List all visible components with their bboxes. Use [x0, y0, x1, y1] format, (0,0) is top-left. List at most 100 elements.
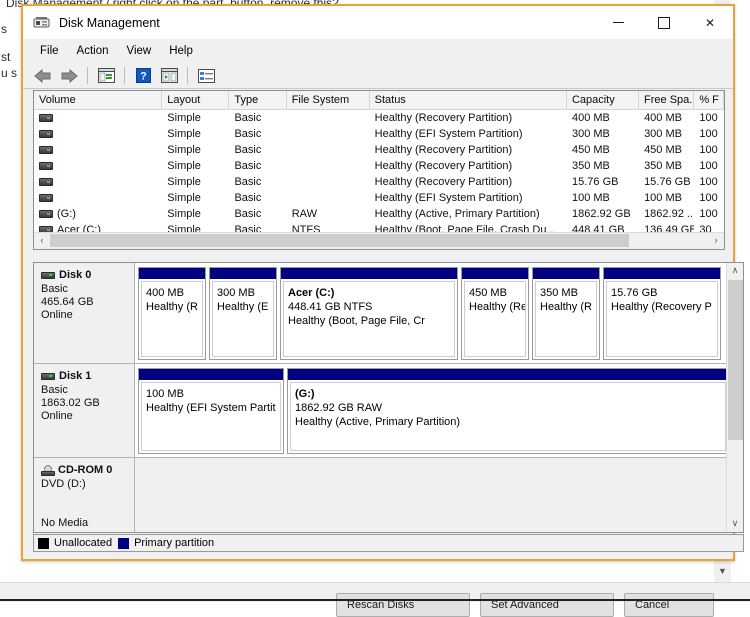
- partition-label: (G:): [295, 388, 315, 400]
- column-header-free-space[interactable]: Free Spa...: [639, 91, 695, 109]
- partition-block[interactable]: 15.76 GB Healthy (Recovery P: [603, 267, 721, 360]
- menu-file[interactable]: File: [31, 42, 68, 60]
- partitions-area: [135, 458, 728, 532]
- table-row[interactable]: Simple Basic Healthy (Recovery Partition) 3…: [34, 158, 724, 174]
- volume-list-rows: Simple Basic Healthy (Recovery Partition) 4…: [34, 110, 724, 238]
- toolbar: ?: [23, 63, 733, 89]
- disk-icon: [41, 271, 55, 279]
- cell-volume: [34, 142, 162, 158]
- help-button[interactable]: ?: [131, 65, 155, 87]
- partition-line2: Healthy (R: [146, 301, 198, 313]
- volume-icon: [39, 210, 53, 219]
- disk-row[interactable]: Disk 0 Basic 465.64 GB Online 400 MB Healthy …: [34, 263, 728, 364]
- show-hide-console-tree-icon: [97, 68, 115, 83]
- partition-block[interactable]: 400 MB Healthy (R: [138, 267, 206, 360]
- menu-help[interactable]: Help: [160, 42, 202, 60]
- cell-volume: [34, 110, 162, 126]
- column-header-file-system[interactable]: File System: [287, 91, 370, 109]
- vscroll-down-icon[interactable]: ∨: [727, 516, 743, 532]
- table-row[interactable]: (G:) Simple Basic RAW Healthy (Active, Prima…: [34, 206, 724, 222]
- volume-list-hscrollbar[interactable]: ‹ ›: [34, 232, 724, 249]
- rescan-disks-button[interactable]: Rescan Disks: [336, 593, 470, 617]
- partition-line1: 1862.92 GB RAW: [295, 402, 383, 414]
- partition-block[interactable]: 350 MB Healthy (R: [532, 267, 600, 360]
- disk-row[interactable]: CD-ROM 0 DVD (D:) No Media: [34, 458, 728, 532]
- partition-color-bar: [139, 268, 205, 279]
- disk-status: Online: [41, 410, 73, 422]
- disk-info-cd-rom-0[interactable]: CD-ROM 0 DVD (D:) No Media: [34, 458, 135, 532]
- table-row[interactable]: Simple Basic Healthy (Recovery Partition) 1…: [34, 174, 724, 190]
- disk-name: Disk 0: [59, 269, 92, 281]
- menu-action[interactable]: Action: [68, 42, 118, 60]
- volume-icon: [39, 178, 53, 187]
- cell-type: Basic: [234, 112, 262, 124]
- volume-label: (G:): [57, 208, 76, 220]
- partition-block[interactable]: (G:) 1862.92 GB RAW Healthy (Active, Prima…: [287, 368, 729, 454]
- graphical-view[interactable]: Disk 0 Basic 465.64 GB Online 400 MB Healthy …: [33, 262, 744, 533]
- hscroll-track[interactable]: [50, 233, 708, 249]
- disk-info-disk-0[interactable]: Disk 0 Basic 465.64 GB Online: [34, 263, 135, 363]
- cell-layout: Simple: [167, 160, 201, 172]
- vscroll-up-icon[interactable]: ∧: [727, 263, 743, 279]
- cancel-button[interactable]: Cancel: [624, 593, 714, 617]
- hscroll-right-icon[interactable]: ›: [708, 233, 724, 249]
- cell-type: Basic: [234, 128, 262, 140]
- maximize-icon: [658, 16, 670, 29]
- cell-f: 100: [699, 176, 718, 188]
- table-row[interactable]: Simple Basic Healthy (EFI System Partition…: [34, 190, 724, 206]
- partition-block[interactable]: 100 MB Healthy (EFI System Partit: [138, 368, 284, 454]
- hscroll-thumb[interactable]: [50, 234, 630, 247]
- properties-button[interactable]: [194, 65, 218, 87]
- partition-line1: 448.41 GB NTFS: [288, 301, 373, 313]
- cell-type: Basic: [234, 192, 262, 204]
- legend-primary-partition-label: Primary partition: [134, 537, 215, 549]
- column-header-capacity[interactable]: Capacity: [567, 91, 640, 109]
- set-advanced-button[interactable]: Set Advanced: [480, 593, 614, 617]
- show-action-pane-button[interactable]: [157, 65, 181, 87]
- background-scroll-down-icon[interactable]: ▼: [716, 565, 729, 578]
- hscroll-left-icon[interactable]: ‹: [34, 233, 50, 249]
- column-header-layout[interactable]: Layout: [162, 91, 230, 109]
- minimize-button[interactable]: [595, 6, 641, 39]
- column-header-volume[interactable]: Volume: [34, 91, 163, 109]
- menu-view[interactable]: View: [118, 42, 161, 60]
- vscroll-thumb[interactable]: [728, 280, 743, 440]
- close-icon: ✕: [704, 15, 716, 30]
- table-row[interactable]: Simple Basic Healthy (EFI System Partition…: [34, 126, 724, 142]
- column-header-percent-free[interactable]: % F: [694, 91, 724, 109]
- toolbar-separator-2: [124, 67, 125, 84]
- table-row[interactable]: Simple Basic Healthy (Recovery Partition) 4…: [34, 142, 724, 158]
- disk-row[interactable]: Disk 1 Basic 1863.02 GB Online 100 MB Healthy…: [34, 364, 732, 458]
- disk-spacer: [41, 491, 134, 504]
- disk-rows-container: Disk 0 Basic 465.64 GB Online 400 MB Healthy …: [34, 263, 732, 532]
- close-button[interactable]: ✕: [687, 6, 733, 39]
- properties-icon: [197, 68, 215, 83]
- partition-body: 100 MB Healthy (EFI System Partit: [141, 382, 281, 451]
- forward-button[interactable]: [57, 65, 81, 87]
- partition-block[interactable]: Acer (C:) 448.41 GB NTFS Healthy (Boot, Pa…: [280, 267, 458, 360]
- cell-type: Basic: [234, 144, 262, 156]
- disk-type: Basic: [41, 283, 68, 295]
- partition-line2: Healthy (Re: [469, 301, 526, 313]
- show-console-tree-button[interactable]: [94, 65, 118, 87]
- show-action-pane-icon: [160, 68, 178, 83]
- cell-status: Healthy (EFI System Partition): [374, 128, 523, 140]
- window-controls: ✕: [595, 6, 733, 39]
- back-button[interactable]: [31, 65, 55, 87]
- cell-free-spa: 350 MB: [644, 160, 682, 172]
- partition-line2: Healthy (Boot, Page File, Cr: [288, 315, 425, 327]
- maximize-button[interactable]: [641, 6, 687, 39]
- table-row[interactable]: Simple Basic Healthy (Recovery Partition) 4…: [34, 110, 724, 126]
- graphical-view-vscrollbar[interactable]: ∧ ∨: [726, 263, 743, 532]
- partition-block[interactable]: 450 MB Healthy (Re: [461, 267, 529, 360]
- column-header-status[interactable]: Status: [370, 91, 567, 109]
- partition-block[interactable]: 300 MB Healthy (E: [209, 267, 277, 360]
- legend-unallocated-swatch: [38, 537, 49, 549]
- cell-free-spa: 15.76 GB: [644, 176, 691, 188]
- column-header-type[interactable]: Type: [229, 91, 287, 109]
- volume-list[interactable]: Volume Layout Type File System Status Ca…: [33, 90, 725, 250]
- title-bar[interactable]: Disk Management ✕: [23, 6, 733, 39]
- cell-status: Healthy (Recovery Partition): [374, 144, 513, 156]
- disk-info-disk-1[interactable]: Disk 1 Basic 1863.02 GB Online: [34, 364, 135, 457]
- back-arrow-icon: [34, 68, 51, 83]
